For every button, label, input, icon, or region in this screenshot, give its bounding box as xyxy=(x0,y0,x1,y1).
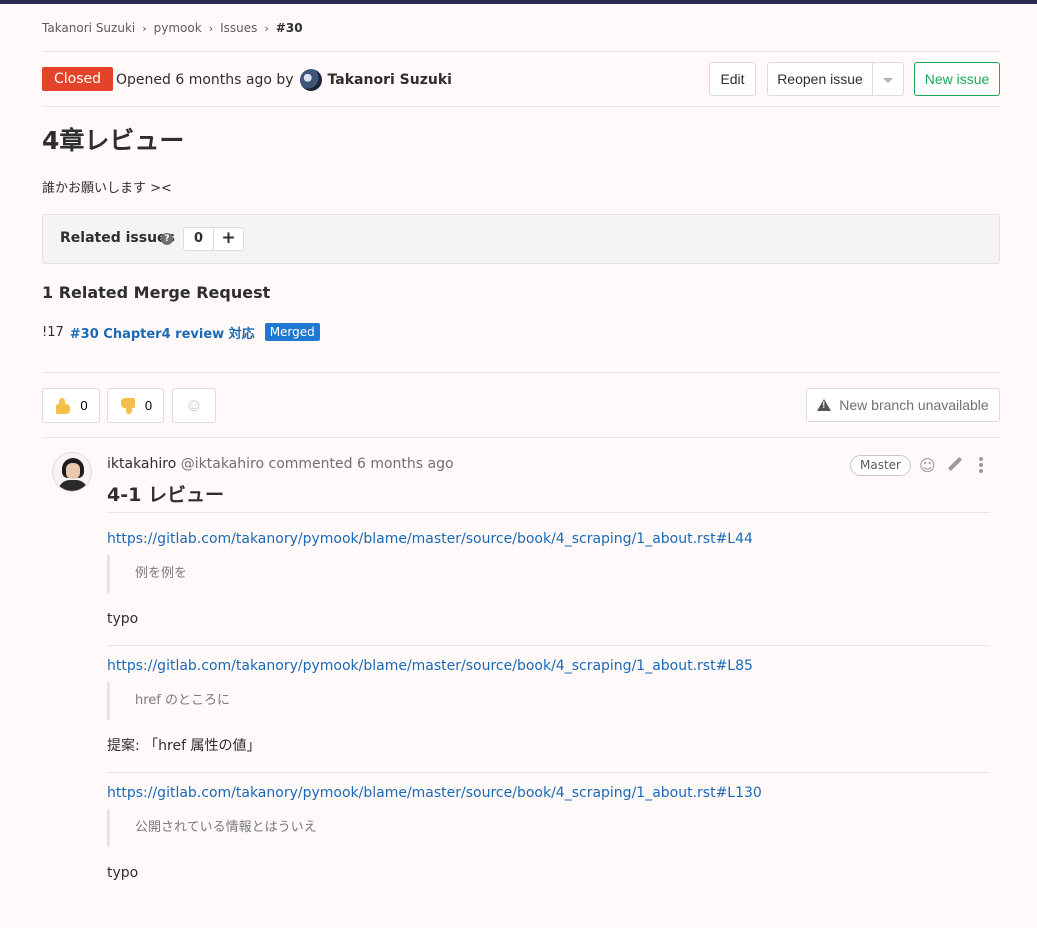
plus-icon[interactable]: + xyxy=(214,228,243,250)
chevron-right-icon: › xyxy=(208,21,214,35)
related-issues-panel: Related issues ? 0 + xyxy=(42,214,1000,264)
new-issue-button[interactable]: New issue xyxy=(914,62,1000,96)
divider xyxy=(42,372,1000,373)
issue-author-link[interactable]: Takanori Suzuki xyxy=(328,72,452,88)
related-mr-heading: 1 Related Merge Request xyxy=(42,283,271,302)
status-badge: Closed xyxy=(42,67,114,91)
comment-link[interactable]: https://gitlab.com/takanory/pymook/blame… xyxy=(107,783,990,803)
smile-icon: ☺ xyxy=(184,395,204,415)
thumbs-down-button[interactable]: 0 xyxy=(107,388,164,423)
thumbs-up-count: 0 xyxy=(80,398,88,413)
caret-down-icon xyxy=(883,77,893,83)
role-badge: Master xyxy=(850,455,911,476)
more-actions-icon[interactable] xyxy=(978,456,984,473)
comment-quote: 例を例を xyxy=(107,555,990,593)
warning-icon xyxy=(817,399,832,411)
thumbs-up-icon xyxy=(54,397,72,415)
divider xyxy=(42,437,1000,438)
comment-title: 4-1 レビュー xyxy=(107,484,224,506)
related-issues-count: 0 xyxy=(184,228,214,250)
page-title: 4章レビュー xyxy=(42,126,185,155)
thumbs-up-button[interactable]: 0 xyxy=(42,388,100,423)
divider xyxy=(42,106,1000,107)
new-branch-label: New branch unavailable xyxy=(839,397,989,413)
chevron-right-icon: › xyxy=(142,21,147,35)
question-circle-icon[interactable]: ? xyxy=(161,233,173,245)
breadcrumb-project[interactable]: pymook xyxy=(154,21,202,35)
breadcrumb-issues[interactable]: Issues xyxy=(220,21,257,35)
divider xyxy=(42,51,1000,52)
comment-text: typo xyxy=(107,611,139,627)
reopen-issue-button[interactable]: Reopen issue xyxy=(767,62,873,96)
issue-meta: Opened 6 months ago by Takanori Suzuki xyxy=(116,69,452,91)
new-branch-button[interactable]: New branch unavailable xyxy=(806,388,1000,422)
comment-text: typo xyxy=(107,865,139,881)
comment-author-name[interactable]: iktakahiro xyxy=(107,456,176,472)
breadcrumb-owner[interactable]: Takanori Suzuki xyxy=(42,21,135,35)
related-issues-label: Related issues xyxy=(60,230,175,246)
reopen-dropdown-toggle[interactable] xyxy=(872,62,904,96)
top-accent-bar xyxy=(0,0,1037,4)
mr-iid: !17 xyxy=(42,324,64,340)
thumbs-down-icon xyxy=(119,397,137,415)
pencil-icon[interactable] xyxy=(947,456,963,472)
comment-link[interactable]: https://gitlab.com/takanory/pymook/blame… xyxy=(107,656,990,676)
add-reaction-button[interactable]: ☺ xyxy=(172,388,216,423)
comment-header: iktakahiro @iktakahiro commented 6 month… xyxy=(107,456,454,472)
mr-title-link[interactable]: #30 Chapter4 review 対応 xyxy=(70,323,255,342)
comment-link[interactable]: https://gitlab.com/takanory/pymook/blame… xyxy=(107,529,990,549)
comment-quote: 公開されている情報とはういえ xyxy=(107,809,990,847)
chevron-right-icon: › xyxy=(264,21,269,35)
comment-author-handle[interactable]: @iktakahiro xyxy=(181,456,264,472)
smile-icon[interactable]: ☺ xyxy=(919,456,936,475)
issue-description: 誰かお願いします >< xyxy=(42,181,172,196)
comment-text: 提案: 「href 属性の値」 xyxy=(107,738,261,754)
thumbs-down-count: 0 xyxy=(144,398,153,413)
opened-text: Opened 6 months ago by xyxy=(116,72,294,88)
comment-quote: href のところに xyxy=(107,682,990,720)
merged-badge: Merged xyxy=(264,323,320,341)
avatar[interactable] xyxy=(299,69,322,91)
comment-author-avatar[interactable] xyxy=(52,452,92,492)
related-mr-item: !17 #30 Chapter4 review 対応 Merged xyxy=(42,322,320,342)
related-issues-count-group: 0 + xyxy=(183,227,244,251)
comment-body: 4-1 レビュー https://gitlab.com/takanory/pym… xyxy=(107,482,990,883)
comment-meta[interactable]: commented 6 months ago xyxy=(269,456,454,472)
edit-button[interactable]: Edit xyxy=(709,62,756,96)
breadcrumb: Takanori Suzuki › pymook › Issues › #30 xyxy=(42,19,303,37)
breadcrumb-current[interactable]: #30 xyxy=(276,21,303,35)
